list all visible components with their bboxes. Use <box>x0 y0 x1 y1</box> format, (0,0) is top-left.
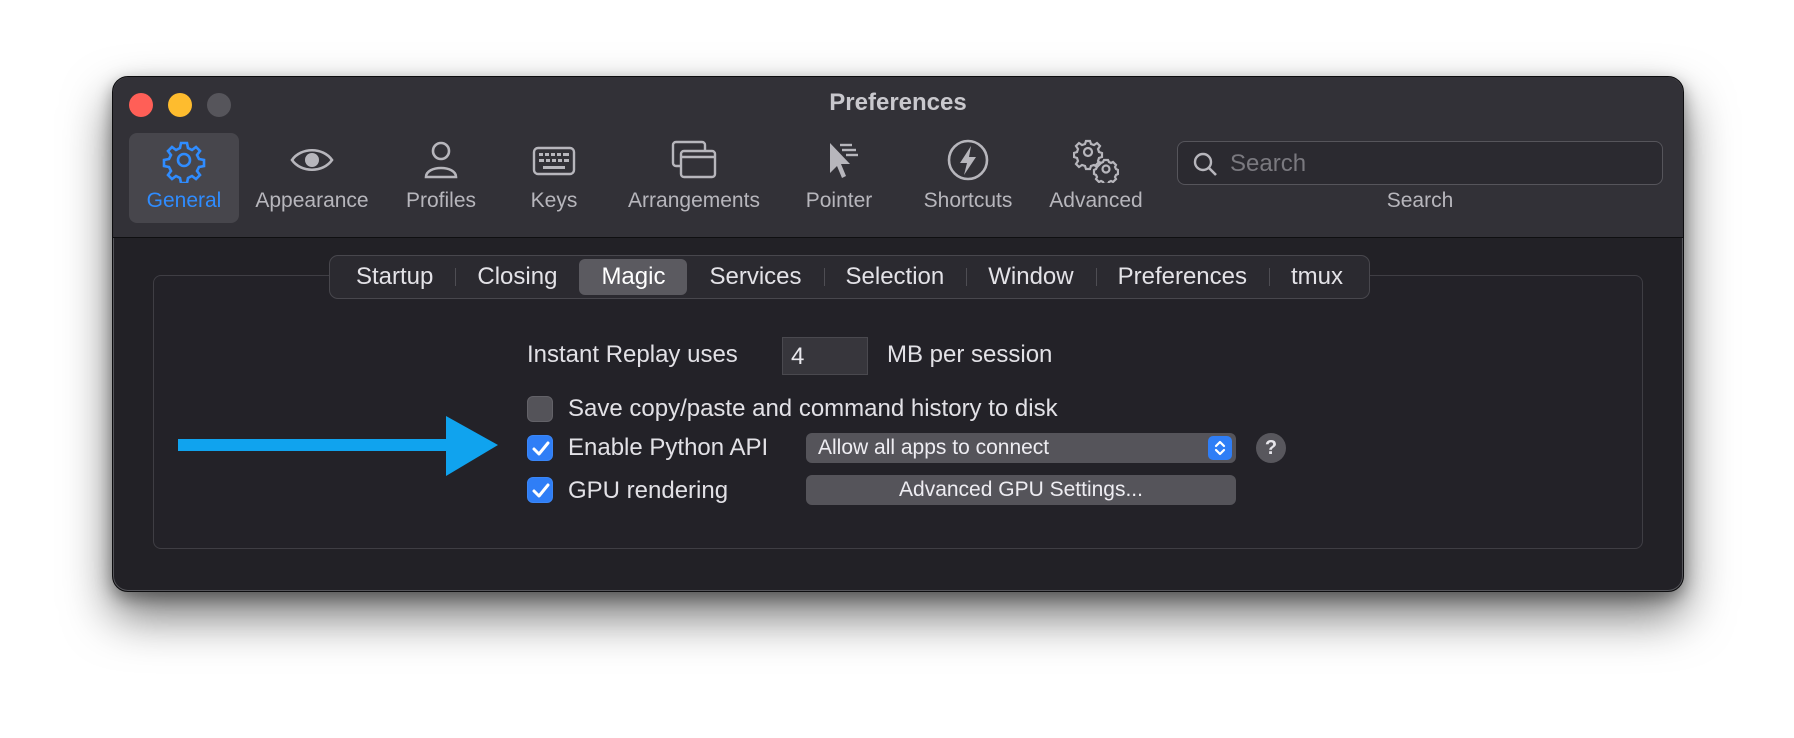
pointer-icon <box>830 143 858 178</box>
toolbar-arrangements[interactable]: Arrangements <box>617 133 771 223</box>
enable-python-api-label: Enable Python API <box>568 434 769 461</box>
chevron-up-down-icon <box>1208 436 1232 460</box>
search-icon <box>1193 152 1217 176</box>
tab-startup[interactable]: Startup <box>334 259 455 295</box>
instant-replay-size-input[interactable]: 4 <box>782 337 868 375</box>
toolbar-appearance[interactable]: Appearance <box>247 133 377 223</box>
keyboard-icon <box>532 146 576 176</box>
preferences-tab-bar: Startup Closing Magic Services Selection… <box>329 255 1371 299</box>
advanced-gpu-settings-button[interactable]: Advanced GPU Settings... <box>806 475 1236 505</box>
tab-preferences[interactable]: Preferences <box>1095 259 1269 295</box>
toolbar-keys[interactable]: Keys <box>519 133 589 223</box>
search-field[interactable]: Search <box>1177 141 1663 185</box>
titlebar: Preferences General Appearance Profiles … <box>113 77 1683 238</box>
tab-window[interactable]: Window <box>966 259 1095 295</box>
toolbar-pointer[interactable]: Pointer <box>799 133 879 223</box>
tab-selection[interactable]: Selection <box>823 259 967 295</box>
person-icon <box>424 141 458 179</box>
eye-icon <box>290 148 334 172</box>
toolbar-label: Advanced <box>1049 189 1143 212</box>
gear-icon <box>162 141 206 183</box>
python-api-access-select[interactable]: Allow all apps to connect <box>806 433 1236 463</box>
checkmark-icon <box>532 441 550 456</box>
tab-services[interactable]: Services <box>687 259 823 295</box>
gears-icon <box>1073 139 1119 183</box>
python-api-access-value: Allow all apps to connect <box>818 436 1050 459</box>
search-label: Search <box>1386 189 1454 212</box>
gpu-rendering-label: GPU rendering <box>568 477 729 504</box>
search-placeholder: Search <box>1230 150 1307 177</box>
preferences-window: Preferences General Appearance Profiles … <box>112 76 1684 592</box>
toolbar-label: General <box>146 189 222 212</box>
save-history-label: Save copy/paste and command history to d… <box>568 395 1058 422</box>
toolbar-general[interactable]: General <box>129 133 239 223</box>
checkmark-icon <box>532 483 550 498</box>
instant-replay-label: Instant Replay uses <box>527 341 738 368</box>
tab-tmux[interactable]: tmux <box>1269 259 1365 295</box>
toolbar-shortcuts[interactable]: Shortcuts <box>913 133 1023 223</box>
windows-icon <box>671 140 717 179</box>
instant-replay-unit: MB per session <box>887 341 1053 368</box>
tab-closing[interactable]: Closing <box>455 259 579 295</box>
enable-python-api-checkbox[interactable] <box>527 435 553 461</box>
toolbar-label: Profiles <box>405 189 477 212</box>
toolbar-label: Appearance <box>255 189 369 212</box>
tab-magic[interactable]: Magic <box>579 259 688 295</box>
window-title: Preferences <box>829 89 967 116</box>
toolbar-label: Arrangements <box>628 189 760 212</box>
lightning-icon <box>947 139 989 181</box>
toolbar-label: Pointer <box>805 189 873 212</box>
gpu-rendering-checkbox[interactable] <box>527 477 553 503</box>
toolbar-profiles[interactable]: Profiles <box>395 133 487 223</box>
toolbar-advanced[interactable]: Advanced <box>1041 133 1151 223</box>
toolbar-label: Keys <box>530 189 578 212</box>
annotation-arrow-icon <box>178 416 498 476</box>
toolbar-label: Shortcuts <box>923 189 1013 212</box>
save-history-checkbox[interactable] <box>527 396 553 422</box>
help-button[interactable]: ? <box>1256 433 1286 463</box>
